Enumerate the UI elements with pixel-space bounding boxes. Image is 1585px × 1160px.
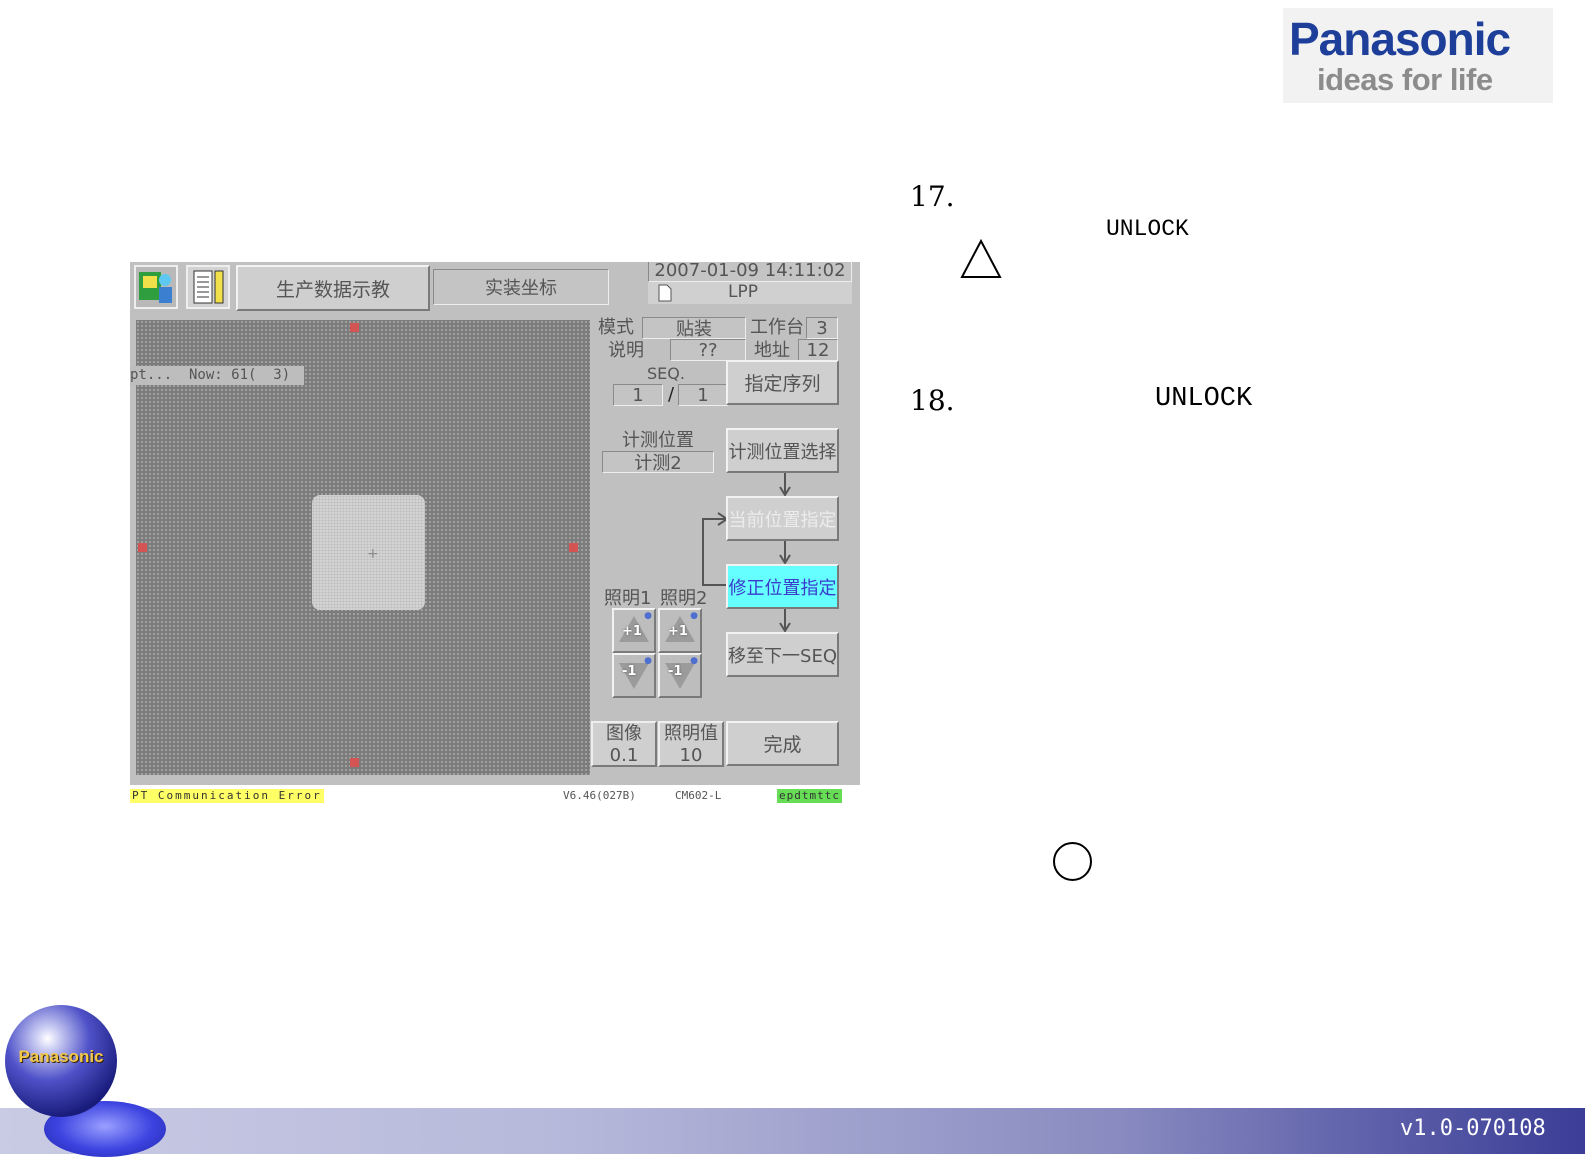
light2-minus-label: -1 (668, 664, 683, 679)
status-error: PT Communication Error (130, 789, 324, 803)
marker-top-icon (350, 323, 359, 332)
light2-label: 照明2 (660, 588, 708, 609)
light-value-box[interactable]: 照明值 10 (658, 721, 724, 767)
crosshair-icon: + (367, 546, 379, 562)
addr-value: 12 (798, 339, 838, 361)
step-17-number: 17. (910, 180, 955, 213)
circle-icon (1053, 842, 1092, 881)
globe-logo-text: Panasonic (18, 1047, 104, 1066)
file-label: LPP (728, 282, 758, 302)
measure-label: 计测位置 (622, 430, 694, 451)
triangle-icon (960, 238, 1002, 278)
table-label: 工作台 (750, 317, 804, 338)
seq-separator: / (667, 384, 675, 405)
marker-left-icon (138, 543, 147, 552)
datetime: 2007-01-09 14:11:02 (648, 262, 852, 282)
light-value-value: 10 (679, 745, 703, 766)
status-version: V6.46(027B) (563, 789, 636, 802)
marker-bottom-icon (350, 758, 359, 767)
brand-name: Panasonic (1289, 13, 1511, 65)
seq-label: SEQ. (647, 364, 685, 383)
measure-select-button[interactable]: 计测位置选择 (726, 428, 839, 473)
image-box[interactable]: 图像 0.1 (591, 721, 657, 767)
done-button[interactable]: 完成 (726, 721, 839, 766)
footer-band (0, 1108, 1585, 1154)
image-overlay-text: pt... Now: 61( 3) (130, 366, 304, 385)
light-value-label: 照明值 (664, 723, 718, 744)
image-box-value: 0.1 (609, 745, 639, 766)
light1-minus-label: -1 (622, 664, 637, 679)
machine-screen: 生产数据示教 实装坐标 2007-01-09 14:11:02 LPP + pt… (130, 262, 860, 812)
status-host: epdtmttc (777, 789, 842, 803)
document-icon[interactable] (186, 265, 230, 309)
specify-seq-button[interactable]: 指定序列 (726, 360, 839, 405)
light1-minus-button[interactable]: -1 ● (612, 653, 656, 698)
step-18-unlock: UNLOCK (1155, 384, 1253, 414)
status-model: CM602-L (675, 789, 722, 802)
light2-minus-button[interactable]: -1 ● (658, 653, 702, 698)
light1-plus-button[interactable]: +1 ● (612, 608, 656, 653)
correct-position-button[interactable]: 修正位置指定 (726, 564, 839, 609)
current-position-button[interactable]: 当前位置指定 (726, 496, 839, 541)
light2-plus-label: +1 (668, 624, 688, 639)
operator-icon[interactable] (134, 265, 178, 309)
table-value: 3 (806, 317, 838, 339)
file-row: LPP (648, 282, 852, 304)
camera-image[interactable]: + (136, 320, 590, 775)
next-seq-button[interactable]: 移至下一SEQ (726, 632, 839, 677)
measure-value: 计测2 (602, 451, 714, 474)
panasonic-logo: Panasonic ideas for life (1283, 8, 1553, 103)
desc-value: ?? (670, 339, 746, 361)
mode-value: 贴装 (642, 317, 746, 340)
seq-total: 1 (678, 384, 728, 406)
image-box-label: 图像 (606, 723, 642, 744)
light1-label: 照明1 (604, 588, 652, 609)
brand-tagline: ideas for life (1317, 62, 1493, 97)
seq-current: 1 (613, 384, 663, 406)
mode-label: 模式 (598, 317, 634, 338)
desc-label: 说明 (608, 340, 644, 361)
footer-version: v1.0-070108 (1400, 1116, 1546, 1141)
tab-coordinates[interactable]: 实装坐标 (433, 269, 609, 305)
tab-teach[interactable]: 生产数据示教 (236, 265, 430, 311)
addr-label: 地址 (754, 340, 790, 361)
step-18-number: 18. (910, 384, 955, 417)
light1-plus-label: +1 (622, 624, 642, 639)
marker-right-icon (569, 543, 578, 552)
light2-plus-button[interactable]: +1 ● (658, 608, 702, 653)
step-17-unlock: UNLOCK (1106, 216, 1189, 242)
file-icon (658, 284, 672, 302)
